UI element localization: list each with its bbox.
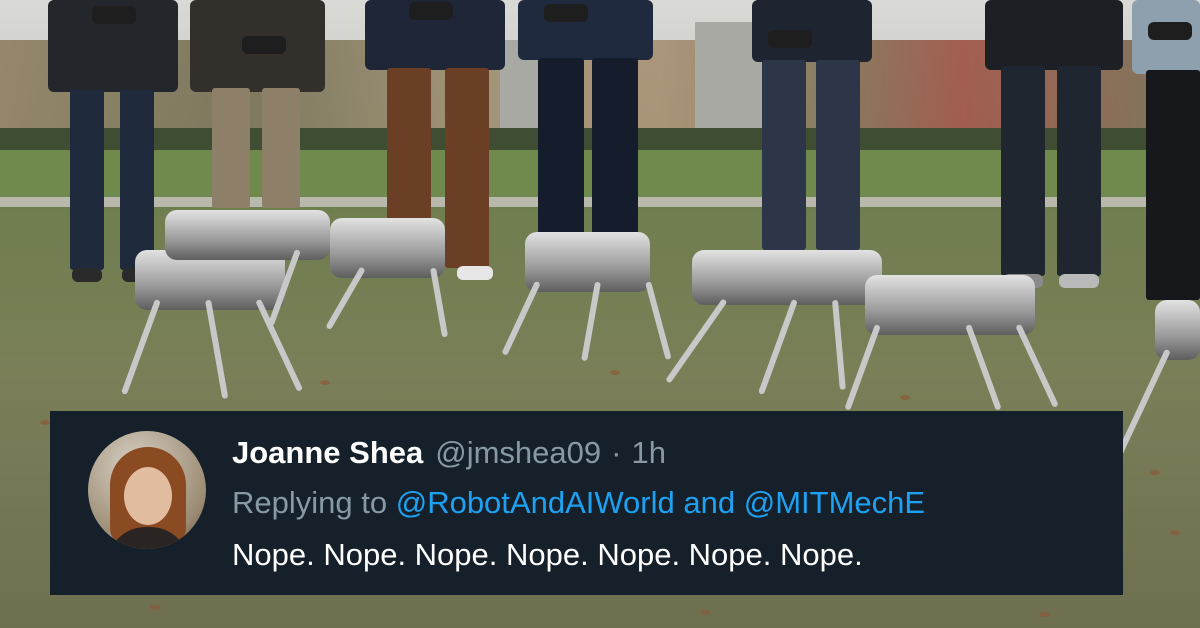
tweet-header: Joanne Shea @jmshea09 · 1h	[232, 435, 666, 475]
leaf	[700, 610, 710, 615]
timestamp[interactable]: 1h	[631, 435, 665, 471]
leaf	[40, 420, 50, 425]
avatar[interactable]	[88, 431, 206, 549]
mention-mitmeche[interactable]: @MITMechE	[744, 485, 925, 520]
separator-dot: ·	[611, 435, 622, 470]
display-name[interactable]: Joanne Shea	[232, 435, 423, 471]
remote-controller	[92, 6, 136, 24]
leaf	[150, 605, 160, 610]
remote-controller	[1148, 22, 1192, 40]
tweet-card: Joanne Shea @jmshea09 · 1h Replying to @…	[50, 411, 1123, 595]
remote-controller	[544, 4, 588, 22]
leaf	[320, 380, 330, 385]
reply-conjunction: and	[683, 485, 736, 520]
leaf	[900, 395, 910, 400]
mention-robotandaiworld[interactable]: @RobotAndAIWorld	[396, 485, 675, 520]
remote-controller	[242, 36, 286, 54]
replying-to: Replying to @RobotAndAIWorld and @MITMec…	[232, 485, 925, 521]
remote-controller	[409, 2, 453, 20]
leaf	[1170, 530, 1180, 535]
user-handle[interactable]: @jmshea09	[435, 435, 601, 471]
leaf	[1150, 470, 1160, 475]
tweet-text: Nope. Nope. Nope. Nope. Nope. Nope. Nope…	[232, 537, 863, 572]
leaf	[1040, 612, 1050, 617]
leaf	[610, 370, 620, 375]
reply-prefix: Replying to	[232, 485, 388, 520]
remote-controller	[768, 30, 812, 48]
